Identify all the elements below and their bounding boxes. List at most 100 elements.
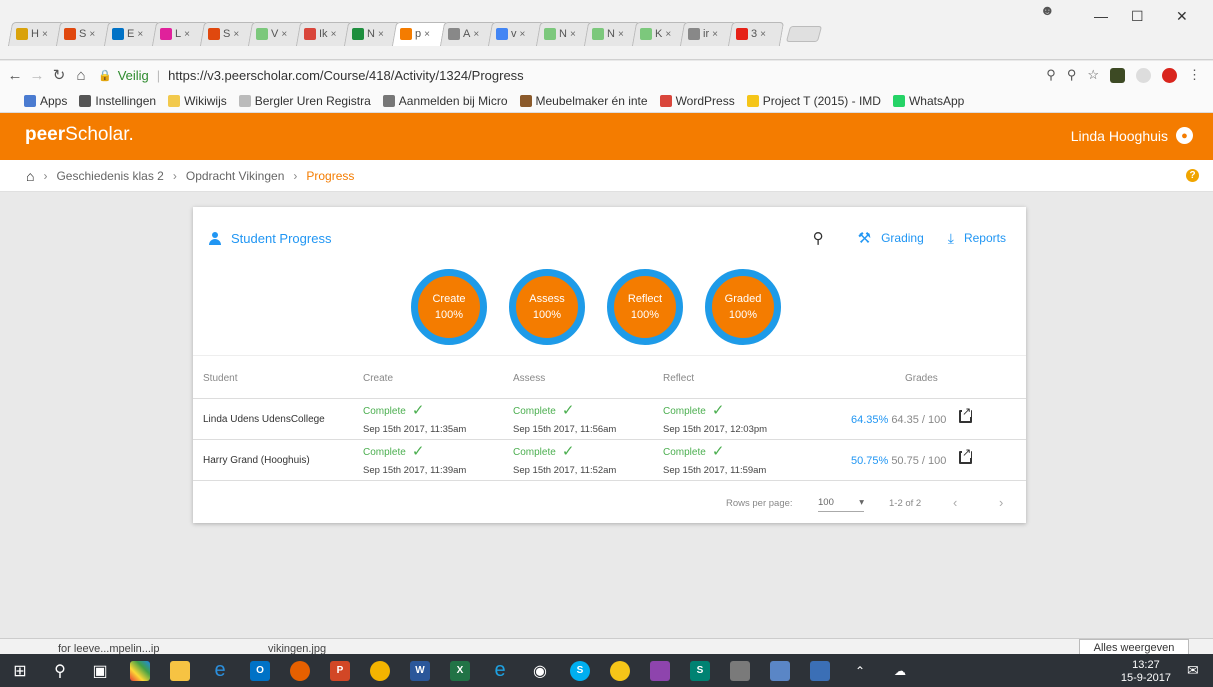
column-header-assess[interactable]: Assess [513,373,545,384]
circle-value: 100% [630,309,660,321]
bookmark-item[interactable]: Apps [24,94,67,108]
internet-explorer-icon[interactable]: e [480,654,520,687]
bookmark-favicon-icon [238,94,251,107]
peerscholar-logo[interactable]: peerScholar. [25,124,134,146]
app-icon[interactable] [800,654,840,687]
open-external-icon[interactable] [959,448,972,464]
sway-icon[interactable]: S [680,654,720,687]
start-icon[interactable]: ⊞ [0,654,40,687]
app-icon[interactable] [760,654,800,687]
back-icon[interactable]: ← [4,67,26,84]
browser-tab[interactable]: 3 × [727,22,785,46]
bookmark-item[interactable]: Wikiwijs [168,94,227,108]
user-menu[interactable]: Linda Hooghuis ● [1071,127,1193,144]
home-icon[interactable]: ⌂ [70,67,92,84]
tab-close-icon[interactable]: × [712,29,718,40]
outlook-icon[interactable]: O [240,654,280,687]
bookmark-item[interactable]: Project T (2015) - IMD [746,94,881,108]
tab-close-icon[interactable]: × [331,29,337,40]
tab-close-icon[interactable]: × [473,29,479,40]
clock[interactable]: 13:27 15-9-2017 [1121,659,1171,685]
menu-icon[interactable]: ⋮ [1188,67,1201,83]
grade-percent[interactable]: 64.35% [851,414,888,426]
home-icon[interactable]: ⌂ [26,168,34,184]
open-external-icon[interactable] [959,407,972,423]
tab-close-icon[interactable]: × [281,29,287,40]
column-header-student[interactable]: Student [203,373,237,384]
tab-close-icon[interactable]: × [760,29,766,40]
grading-button[interactable]: ⚒ Grading [858,229,924,247]
status-text: Complete [663,446,706,458]
tab-close-icon[interactable]: × [378,29,384,40]
tab-close-icon[interactable]: × [424,29,430,40]
breadcrumb-activity[interactable]: Opdracht Vikingen [186,169,285,183]
column-header-grades[interactable]: Grades [905,373,938,384]
bookmark-item[interactable]: WordPress [659,94,735,108]
column-header-reflect[interactable]: Reflect [663,373,694,384]
chrome-icon[interactable] [360,654,400,687]
tab-close-icon[interactable]: × [137,29,143,40]
rows-per-page-select[interactable]: 100 ▾ [818,497,864,512]
tab-title: Ik [319,28,328,40]
bookmark-label: Aanmelden bij Micro [398,93,508,108]
reports-button[interactable]: ⤓ Reports [948,230,1006,247]
media-icon[interactable]: ◉ [520,654,560,687]
powerpoint-icon[interactable]: P [320,654,360,687]
zoom-icon[interactable]: ⚲ [1046,67,1056,83]
close-window-button[interactable]: ✕ [1176,8,1188,25]
tab-close-icon[interactable]: × [42,29,48,40]
file-explorer-icon[interactable] [160,654,200,687]
skype-icon[interactable]: S [560,654,600,687]
tab-close-icon[interactable]: × [184,29,190,40]
tab-close-icon[interactable]: × [665,29,671,40]
reports-label: Reports [963,231,1006,245]
extension-icon[interactable] [1136,67,1151,83]
tab-close-icon[interactable]: × [618,29,624,40]
app-icon[interactable] [720,654,760,687]
tab-close-icon[interactable]: × [89,29,95,40]
app-icon[interactable] [640,654,680,687]
maximize-button[interactable]: ☐ [1131,8,1144,25]
adblock-icon[interactable] [1162,67,1177,83]
bookmarks-bar: Apps Instellingen Wikiwijs Bergler Uren Reg… [0,89,1213,113]
extension-icon[interactable] [1110,67,1125,83]
tray-chevron-icon[interactable]: ⌃ [840,654,880,687]
table-row[interactable]: Harry Grand (Hooghuis) Complete ✓ Sep 15t… [193,440,1026,481]
tab-close-icon[interactable]: × [233,29,239,40]
notifications-icon[interactable]: ✉ [1187,662,1205,680]
column-header-create[interactable]: Create [363,373,393,384]
reload-icon[interactable]: ↻ [48,66,70,84]
table-row[interactable]: Linda Udens UdensCollege Complete ✓ Sep 1… [193,399,1026,440]
norton-icon[interactable] [600,654,640,687]
bookmark-item[interactable]: Bergler Uren Registra [238,94,371,108]
url-field[interactable]: 🔒 Veilig | https://v3.peerscholar.com/Co… [98,64,998,86]
bookmark-item[interactable]: Instellingen [79,94,156,108]
star-icon[interactable]: ☆ [1087,67,1099,83]
onedrive-icon[interactable]: ☁ [880,654,920,687]
task-view-icon[interactable]: ▣ [80,654,120,687]
download-shelf: for leeve...mpelin...ip vikingen.jpg All… [0,638,1213,657]
word-icon[interactable]: W [400,654,440,687]
new-tab-button[interactable] [785,26,823,42]
excel-icon[interactable]: X [440,654,480,687]
forward-icon[interactable]: → [26,67,48,84]
breadcrumb-course[interactable]: Geschiedenis klas 2 [56,169,163,183]
bookmark-item[interactable]: WhatsApp [892,94,964,108]
tab-close-icon[interactable]: × [570,29,576,40]
profile-icon[interactable]: ☻ [1040,2,1056,18]
edge-icon[interactable]: e [200,654,240,687]
tab-title: N [367,28,375,40]
minimize-button[interactable]: — [1094,8,1108,24]
grade-percent[interactable]: 50.75% [851,455,888,467]
search-icon[interactable]: ⚲ [40,654,80,687]
help-icon[interactable]: ? [1186,169,1199,182]
key-icon[interactable]: ⚲ [1067,67,1077,83]
firefox-icon[interactable] [280,654,320,687]
paint-icon[interactable] [120,654,160,687]
prev-page-icon[interactable]: ‹ [953,495,957,510]
bookmark-item[interactable]: Aanmelden bij Micro [382,93,508,108]
tab-close-icon[interactable]: × [520,29,526,40]
bookmark-item[interactable]: Meubelmaker én inte [519,94,648,108]
search-icon[interactable]: ⚲ [813,229,824,247]
next-page-icon[interactable]: › [999,495,1003,510]
